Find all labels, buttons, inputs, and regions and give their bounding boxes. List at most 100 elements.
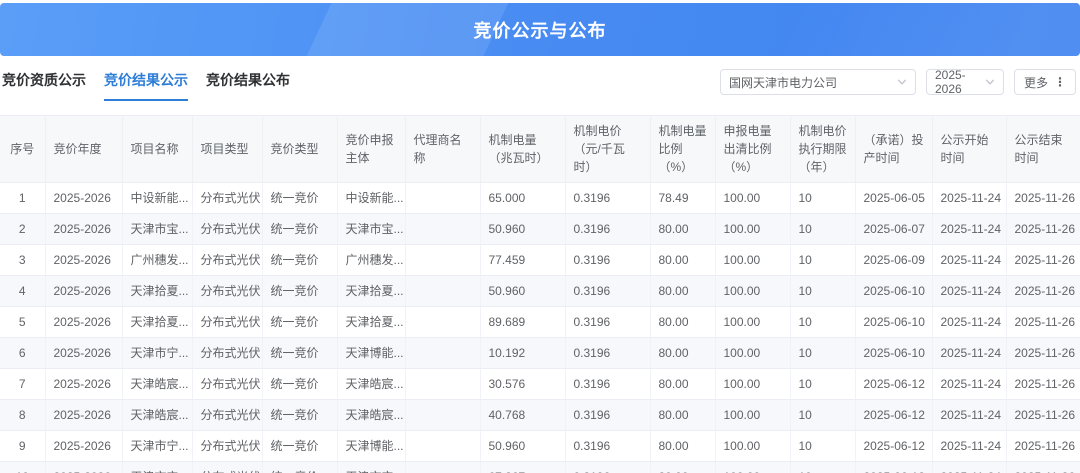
table-cell: 10 bbox=[790, 276, 855, 307]
table-cell: 2025-06-12 bbox=[855, 431, 932, 462]
table-cell bbox=[405, 307, 480, 338]
table-cell: 0.3196 bbox=[565, 245, 650, 276]
table-cell: 10 bbox=[790, 400, 855, 431]
table-row: 72025-2026天津皓宸...分布式光伏统一竞价天津皓宸...30.5760… bbox=[0, 369, 1080, 400]
table-cell: 100.00 bbox=[715, 431, 790, 462]
table-cell: 天津拾夏... bbox=[337, 307, 405, 338]
tab-bidding-result-announcement[interactable]: 竞价结果公布 bbox=[206, 64, 290, 101]
table-header-row: 序号竞价年度项目名称项目类型竞价类型竞价申报主体代理商名称机制电量（兆瓦时）机制… bbox=[0, 116, 1080, 183]
table-cell: 5 bbox=[0, 307, 45, 338]
chevron-down-icon bbox=[897, 77, 907, 87]
table-row: 52025-2026天津拾夏...分布式光伏统一竞价天津拾夏...89.6890… bbox=[0, 307, 1080, 338]
column-header: 机制电量比例（%） bbox=[650, 116, 715, 183]
table-cell: 统一竞价 bbox=[262, 307, 337, 338]
table-cell: 分布式光伏 bbox=[192, 307, 262, 338]
table-cell: 统一竞价 bbox=[262, 462, 337, 473]
table-cell: 2025-2026 bbox=[45, 214, 122, 245]
table-cell: 2025-06-12 bbox=[855, 369, 932, 400]
table-cell: 统一竞价 bbox=[262, 400, 337, 431]
table-cell: 2025-2026 bbox=[45, 276, 122, 307]
column-header: 竞价类型 bbox=[262, 116, 337, 183]
table-cell: 2025-2026 bbox=[45, 245, 122, 276]
table-cell: 65.000 bbox=[480, 183, 565, 214]
table-cell: 80.00 bbox=[650, 400, 715, 431]
table-cell: 80.00 bbox=[650, 338, 715, 369]
table-cell: 10 bbox=[790, 245, 855, 276]
table-row: 62025-2026天津市宁...分布式光伏统一竞价天津博能...10.1920… bbox=[0, 338, 1080, 369]
table-cell bbox=[405, 183, 480, 214]
table-cell: 2025-11-26 bbox=[1006, 276, 1080, 307]
results-table: 序号竞价年度项目名称项目类型竞价类型竞价申报主体代理商名称机制电量（兆瓦时）机制… bbox=[0, 115, 1080, 473]
table-cell: 天津拾夏... bbox=[337, 276, 405, 307]
table-cell: 100.00 bbox=[715, 276, 790, 307]
filter-controls: 国网天津市电力公司 2025-2026 更多 ⋮ bbox=[720, 69, 1080, 95]
table-cell: 10 bbox=[790, 462, 855, 473]
table-cell: 统一竞价 bbox=[262, 245, 337, 276]
table-row: 102025-2026天津市宝...分布式光伏统一竞价天津市宝...67.267… bbox=[0, 462, 1080, 473]
table-cell: 天津皓宸... bbox=[122, 369, 192, 400]
table-cell: 统一竞价 bbox=[262, 276, 337, 307]
table-cell: 2025-11-24 bbox=[932, 214, 1006, 245]
table-cell bbox=[405, 369, 480, 400]
table-cell: 9 bbox=[0, 431, 45, 462]
table-cell: 2025-11-26 bbox=[1006, 338, 1080, 369]
more-button[interactable]: 更多 ⋮ bbox=[1014, 69, 1076, 95]
table-cell: 80.00 bbox=[650, 307, 715, 338]
table-cell: 统一竞价 bbox=[262, 338, 337, 369]
table-cell: 10 bbox=[790, 338, 855, 369]
table-cell: 天津市宁... bbox=[122, 338, 192, 369]
tab-bidding-result-publicity[interactable]: 竞价结果公示 bbox=[104, 64, 188, 101]
table-cell: 分布式光伏 bbox=[192, 214, 262, 245]
table-cell: 1 bbox=[0, 183, 45, 214]
column-header: （承诺）投产时间 bbox=[855, 116, 932, 183]
page-title: 竞价公示与公布 bbox=[474, 17, 607, 43]
column-header: 项目名称 bbox=[122, 116, 192, 183]
column-header: 机制电价（元/千瓦时） bbox=[565, 116, 650, 183]
table-cell: 0.3196 bbox=[565, 276, 650, 307]
table-cell: 分布式光伏 bbox=[192, 245, 262, 276]
table-cell: 10 bbox=[790, 369, 855, 400]
year-select[interactable]: 2025-2026 bbox=[926, 69, 1004, 95]
table-cell: 80.00 bbox=[650, 276, 715, 307]
table-cell: 80.00 bbox=[650, 369, 715, 400]
table-cell: 0.3196 bbox=[565, 307, 650, 338]
table-cell: 统一竞价 bbox=[262, 431, 337, 462]
table-cell: 2025-2026 bbox=[45, 462, 122, 473]
column-header: 公示开始时间 bbox=[932, 116, 1006, 183]
table-cell: 天津皓宸... bbox=[122, 400, 192, 431]
table-cell: 78.49 bbox=[650, 183, 715, 214]
table-cell bbox=[405, 276, 480, 307]
table-cell: 2025-06-10 bbox=[855, 276, 932, 307]
table-cell: 2025-11-24 bbox=[932, 307, 1006, 338]
table-cell bbox=[405, 431, 480, 462]
table-cell: 天津市宝... bbox=[122, 462, 192, 473]
page-banner: 竞价公示与公布 bbox=[0, 3, 1080, 56]
table-cell: 天津皓宸... bbox=[337, 400, 405, 431]
table-row: 32025-2026广州穗发...分布式光伏统一竞价广州穗发...77.4590… bbox=[0, 245, 1080, 276]
table-cell: 天津市宝... bbox=[337, 462, 405, 473]
table-cell: 分布式光伏 bbox=[192, 276, 262, 307]
table-cell: 分布式光伏 bbox=[192, 183, 262, 214]
company-select[interactable]: 国网天津市电力公司 bbox=[720, 69, 916, 95]
table-cell: 分布式光伏 bbox=[192, 431, 262, 462]
table-cell: 40.768 bbox=[480, 400, 565, 431]
table-cell: 天津博能... bbox=[337, 431, 405, 462]
table-cell: 6 bbox=[0, 338, 45, 369]
table-cell: 2025-11-24 bbox=[932, 462, 1006, 473]
table-cell: 广州穗发... bbox=[337, 245, 405, 276]
tab-bar: 竞价资质公示 竞价结果公示 竞价结果公布 bbox=[0, 64, 290, 101]
chevron-down-icon bbox=[985, 77, 995, 87]
table-cell bbox=[405, 462, 480, 473]
table-cell: 4 bbox=[0, 276, 45, 307]
vertical-dots-icon: ⋮ bbox=[1054, 76, 1066, 88]
table-cell: 100.00 bbox=[715, 462, 790, 473]
table-cell: 天津博能... bbox=[337, 338, 405, 369]
table-cell: 100.00 bbox=[715, 338, 790, 369]
table-cell: 10 bbox=[790, 214, 855, 245]
table-row: 92025-2026天津市宁...分布式光伏统一竞价天津博能...50.9600… bbox=[0, 431, 1080, 462]
table-cell: 2025-11-26 bbox=[1006, 307, 1080, 338]
tab-bidding-qualification-publicity[interactable]: 竞价资质公示 bbox=[2, 64, 86, 101]
table-cell: 0.3196 bbox=[565, 338, 650, 369]
table-cell: 80.00 bbox=[650, 462, 715, 473]
table-cell: 广州穗发... bbox=[122, 245, 192, 276]
